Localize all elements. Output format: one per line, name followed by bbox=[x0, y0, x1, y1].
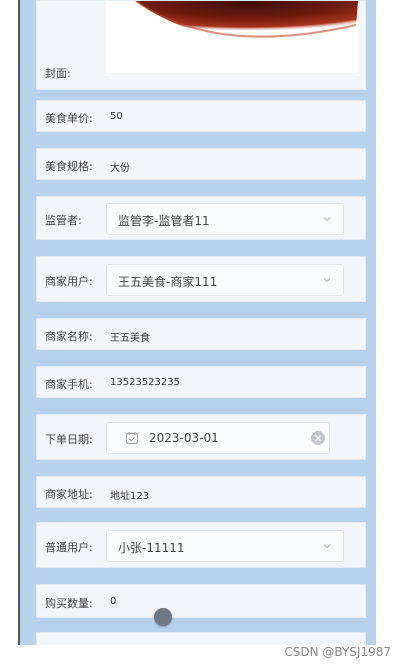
merchant-user-row: 商家用户: 王五美食-商家111 bbox=[36, 256, 366, 302]
scroll-handle[interactable] bbox=[154, 608, 172, 626]
price-value: 50 bbox=[110, 111, 123, 122]
watermark: CSDN @BYSJ1987 bbox=[284, 645, 391, 659]
merchant-user-label: 商家用户: bbox=[45, 275, 93, 288]
calendar-icon bbox=[126, 432, 138, 444]
supervisor-label: 监管者: bbox=[45, 214, 82, 227]
spec-label: 美食规格: bbox=[45, 160, 93, 173]
merchant-address-label: 商家地址: bbox=[45, 488, 93, 501]
spec-value: 大份 bbox=[110, 163, 130, 174]
merchant-address-value: 地址123 bbox=[110, 491, 150, 502]
chevron-down-icon bbox=[323, 278, 331, 283]
merchant-user-select-value: 王五美食-商家111 bbox=[118, 275, 218, 289]
merchant-address-row: 商家地址: 地址123 bbox=[36, 476, 366, 508]
supervisor-select-value: 监管李-监管者11 bbox=[118, 214, 210, 228]
normal-user-label: 普通用户: bbox=[45, 541, 93, 554]
quantity-label: 购买数量: bbox=[45, 597, 93, 610]
merchant-name-value: 王五美食 bbox=[110, 333, 150, 344]
price-label: 美食单价: bbox=[45, 112, 93, 125]
merchant-name-label: 商家名称: bbox=[45, 330, 93, 343]
order-date-row: 下单日期: 2023-03-01 bbox=[36, 414, 366, 460]
cover-row: 封面: bbox=[36, 0, 366, 90]
order-date-label: 下单日期: bbox=[45, 433, 93, 446]
spec-row: 美食规格: 大份 bbox=[36, 148, 366, 180]
price-row: 美食单价: 50 bbox=[36, 100, 366, 132]
order-date-value: 2023-03-01 bbox=[149, 431, 219, 445]
quantity-value: 0 bbox=[110, 596, 117, 607]
page: 封面: 美食单价: 50 美食规格: 大份 监管者: 监管李-监管者11 商家用… bbox=[0, 0, 405, 669]
cover-image bbox=[106, 1, 358, 73]
normal-user-select-value: 小张-11111 bbox=[118, 541, 185, 555]
next-row-partial bbox=[36, 632, 366, 645]
merchant-phone-value: 13523523235 bbox=[110, 377, 180, 388]
merchant-user-select[interactable]: 王五美食-商家111 bbox=[106, 264, 344, 296]
detail-panel: 封面: 美食单价: 50 美食规格: 大份 监管者: 监管李-监管者11 商家用… bbox=[20, 0, 376, 645]
cover-label: 封面: bbox=[45, 67, 71, 80]
quantity-row: 购买数量: 0 bbox=[36, 584, 366, 618]
chevron-down-icon bbox=[323, 544, 331, 549]
supervisor-row: 监管者: 监管李-监管者11 bbox=[36, 196, 366, 240]
clear-icon[interactable] bbox=[310, 430, 326, 446]
order-date-picker[interactable]: 2023-03-01 bbox=[106, 422, 330, 454]
normal-user-select[interactable]: 小张-11111 bbox=[106, 530, 344, 562]
merchant-phone-row: 商家手机: 13523523235 bbox=[36, 366, 366, 398]
merchant-name-row: 商家名称: 王五美食 bbox=[36, 318, 366, 350]
chevron-down-icon bbox=[323, 217, 331, 222]
supervisor-select[interactable]: 监管李-监管者11 bbox=[106, 203, 344, 235]
normal-user-row: 普通用户: 小张-11111 bbox=[36, 522, 366, 568]
merchant-phone-label: 商家手机: bbox=[45, 378, 93, 391]
